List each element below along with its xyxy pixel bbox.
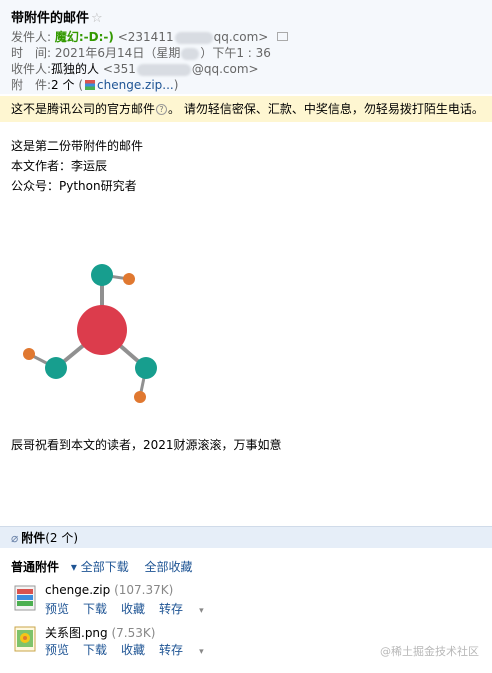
teal-atom [91, 264, 113, 286]
attachment-paren-open: ( [78, 78, 84, 92]
body-line-1: 这是第二份带附件的邮件 [11, 139, 144, 153]
attachment-filename[interactable]: 关系图.png [45, 626, 108, 640]
download-all-link[interactable]: ▾ 全部下载 [71, 560, 129, 574]
orange-atom [123, 273, 135, 285]
forward-link[interactable]: 转存 ▾ [159, 602, 204, 616]
attachments-header: ⌀ 附件(2 个) [0, 526, 492, 548]
recipient-label: 收件人: [11, 62, 52, 76]
download-all-label: 全部下载 [80, 560, 129, 574]
contact-card-icon[interactable] [277, 32, 289, 41]
preview-link[interactable]: 预览 [45, 602, 69, 616]
security-warning: 这不是腾讯公司的官方邮件?。 请勿轻信密保、汇款、中奖信息，勿轻易拨打陌生电话。 [0, 96, 492, 122]
attachment-actions: 预览 下载 收藏 转存 ▾ [45, 600, 204, 617]
collect-link[interactable]: 收藏 [121, 602, 145, 616]
time-label: 时 间: [11, 46, 52, 60]
save-all-link[interactable]: 全部收藏 [145, 560, 193, 574]
center-atom [77, 305, 127, 355]
recipient-email-suffix: @qq.com> [191, 62, 259, 76]
attachments-title: 附件 [21, 531, 46, 545]
attachment-item: 关系图.png (7.53K) 预览 下载 收藏 转存 ▾ [14, 624, 314, 660]
watermark: @稀土掘金技术社区 [380, 645, 479, 658]
teal-atom [45, 357, 67, 379]
download-link[interactable]: 下载 [83, 602, 107, 616]
body-line-2: 本文作者：李运辰 [11, 159, 108, 173]
redaction-mask [181, 47, 200, 60]
attachment-actions: 预览 下载 收藏 转存 ▾ [45, 641, 204, 658]
sender-row: 发件人: 魔幻:-D:-) <231411 qq.com> [11, 29, 289, 45]
attachment-paren-close: ) [173, 78, 179, 92]
zip-file-icon [14, 585, 36, 611]
mail-subject-row: 带附件的邮件 ☆ [11, 7, 103, 26]
chevron-down-icon: ▾ [199, 606, 204, 616]
preview-link[interactable]: 预览 [45, 643, 69, 657]
attachment-name-row: chenge.zip (107.37K) [45, 583, 173, 597]
body-line-3: 公众号：Python研究者 [11, 179, 137, 193]
collect-link[interactable]: 收藏 [121, 643, 145, 657]
time-row: 时 间: 2021年6月14日（星期 ）下午1 : 36 [11, 45, 271, 61]
recipient-row: 收件人:孤独的人 <351 @qq.com> [11, 61, 259, 77]
time-value-start: 2021年6月14日（星期 [54, 46, 181, 60]
orange-atom [134, 391, 146, 403]
attachment-name-row: 关系图.png (7.53K) [45, 624, 155, 641]
molecule-image [23, 264, 157, 403]
attachment-type-label: 普通附件 [11, 560, 60, 574]
attachment-label: 附 件: [11, 78, 52, 92]
body-closing: 辰哥祝看到本文的读者，2021财源滚滚，万事如意 [11, 438, 282, 452]
paperclip-icon: ⌀ [11, 531, 19, 545]
download-link[interactable]: 下载 [83, 643, 107, 657]
orange-atom [23, 348, 35, 360]
attachment-filesize: (107.37K) [114, 583, 174, 597]
warning-text-start: 这不是腾讯公司的官方邮件 [11, 102, 156, 116]
attachments-count: (2 个) [45, 531, 79, 545]
image-file-icon [14, 626, 36, 652]
sender-label: 发件人: [11, 30, 52, 44]
attachment-filename[interactable]: chenge.zip [45, 583, 110, 597]
attachment-summary-row: 附 件:2 个 ( chenge.zip...) [11, 77, 178, 93]
mail-header: 带附件的邮件 ☆ 发件人: 魔幻:-D:-) <231411 qq.com> 时 间… [0, 0, 492, 94]
redaction-mask [136, 63, 191, 76]
attachments-toolbar: 普通附件 ▾ 全部下载 全部收藏 [11, 558, 205, 575]
recipient-name[interactable]: 孤独的人 [51, 62, 99, 76]
forward-link[interactable]: 转存 ▾ [159, 643, 204, 657]
attachment-filesize: (7.53K) [111, 626, 156, 640]
forward-label: 转存 [159, 643, 184, 657]
recipient-email-prefix: <351 [102, 62, 136, 76]
attachment-count: 2 个 [51, 78, 75, 92]
time-value-end: ）下午1 : 36 [200, 46, 271, 60]
zip-file-icon [85, 79, 96, 90]
sender-email-prefix: <231411 [117, 30, 174, 44]
star-icon[interactable]: ☆ [91, 11, 103, 26]
teal-atom [135, 357, 157, 379]
mail-subject: 带附件的邮件 [11, 11, 90, 26]
download-arrow-icon: ▾ [70, 560, 81, 574]
chevron-down-icon: ▾ [199, 647, 204, 657]
sender-name[interactable]: 魔幻:-D:-) [55, 30, 114, 44]
redaction-mask [174, 31, 213, 44]
help-icon[interactable]: ? [156, 104, 168, 115]
sender-email-suffix: qq.com> [213, 30, 269, 44]
warning-text-end: 。 请勿轻信密保、汇款、中奖信息，勿轻易拨打陌生电话。 [168, 102, 484, 116]
attachment-summary-link[interactable]: chenge.zip... [97, 78, 174, 92]
attachment-item: chenge.zip (107.37K) 预览 下载 收藏 转存 ▾ [14, 583, 314, 619]
forward-label: 转存 [159, 602, 184, 616]
